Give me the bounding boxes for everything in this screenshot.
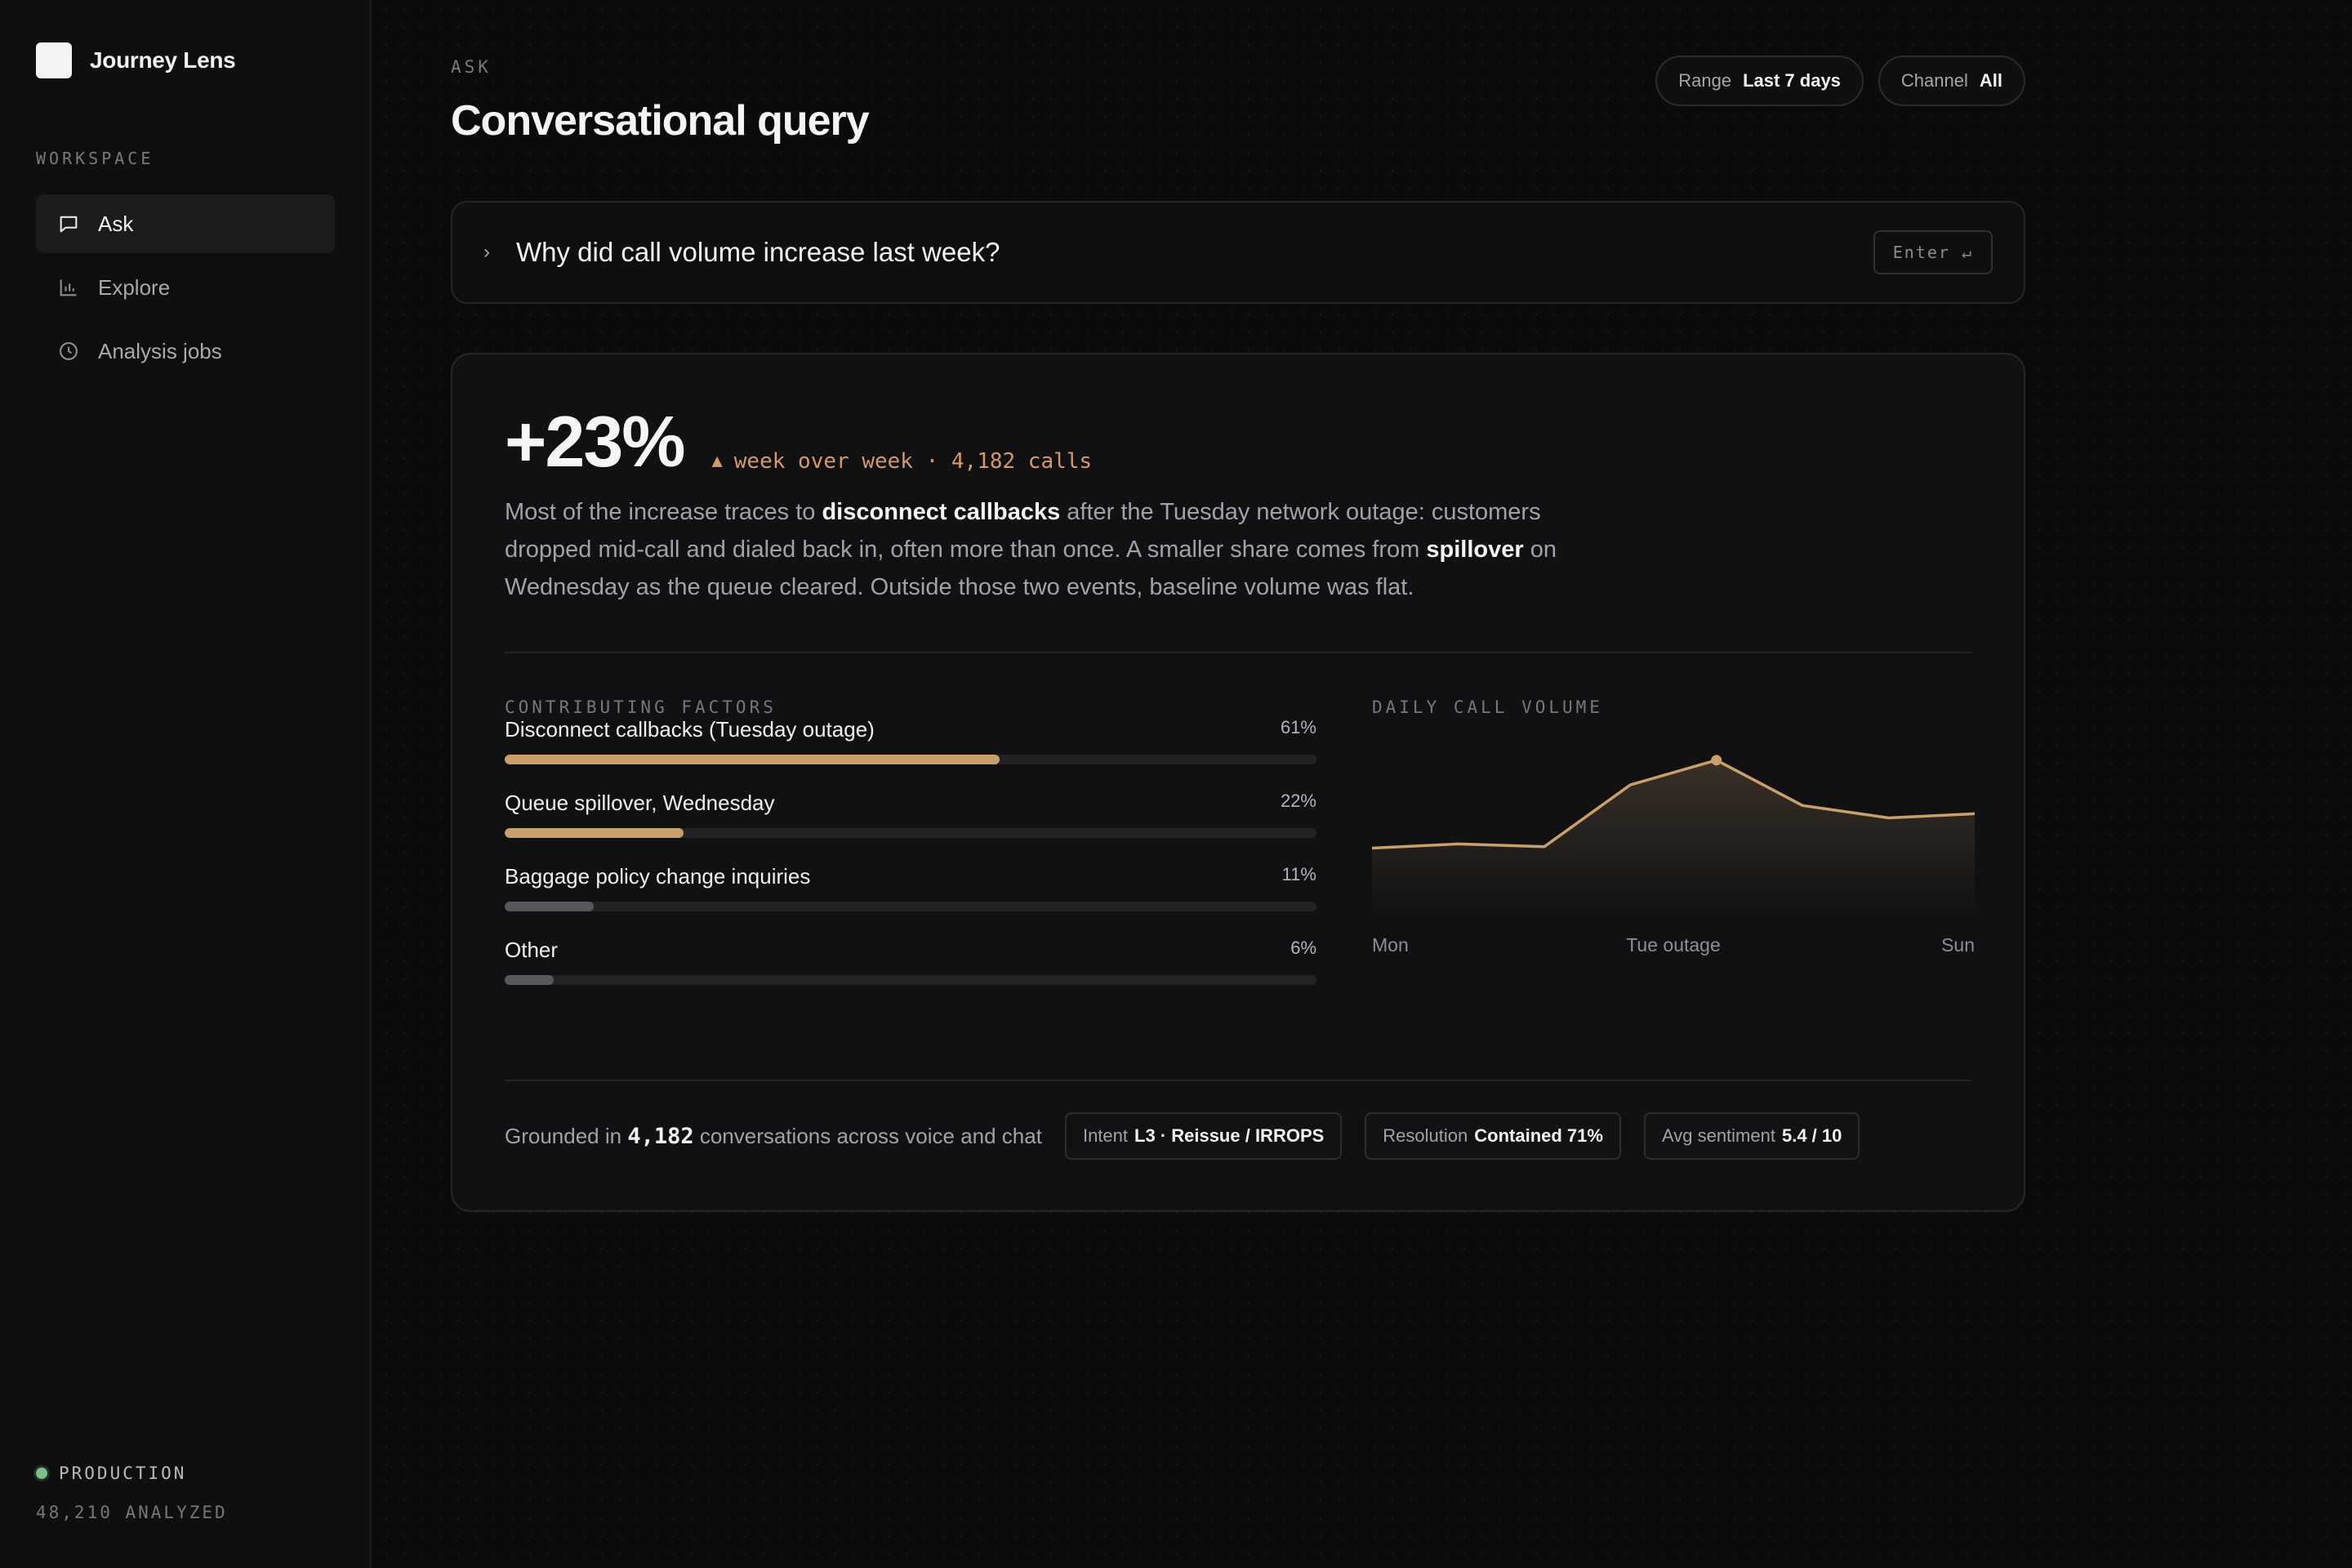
chevron-right-icon: › xyxy=(483,241,490,263)
factor-bar-track xyxy=(505,975,1316,985)
chart-area-fill xyxy=(1372,760,1975,916)
filter-bar: Range Last 7 days Channel All xyxy=(1655,56,2025,106)
factor-percent: 11% xyxy=(1281,864,1316,884)
status-dot xyxy=(36,1468,47,1479)
contributing-factors: CONTRIBUTING FACTORS Disconnect callback… xyxy=(505,697,1316,1011)
environment-label: PRODUCTION xyxy=(59,1463,187,1483)
grounded-pre: Grounded in xyxy=(505,1123,628,1148)
summary-text: Most of the increase traces to disconnec… xyxy=(505,493,1615,606)
range-filter-key: Range xyxy=(1678,70,1732,91)
tag-key: Avg sentiment xyxy=(1661,1125,1775,1146)
tag-value: 5.4 / 10 xyxy=(1781,1125,1842,1146)
chart-peak-point[interactable] xyxy=(1711,755,1722,766)
environment-indicator: PRODUCTION xyxy=(36,1463,186,1483)
tag-value: L3 · Reissue / IRROPS xyxy=(1134,1125,1325,1146)
grounded-text: Grounded in 4,182 conversations across v… xyxy=(505,1124,1042,1149)
sidebar-item-label: Ask xyxy=(98,211,134,236)
tag-key: Resolution xyxy=(1383,1125,1468,1146)
kpi: +23% ▲ week over week · 4,182 calls xyxy=(505,400,1092,483)
factor-percent: 61% xyxy=(1280,717,1316,737)
factors-label: CONTRIBUTING FACTORS xyxy=(505,697,777,717)
grounding-footer: Grounded in 4,182 conversations across v… xyxy=(505,1112,1882,1160)
kpi-detail-text: week over week · 4,182 calls xyxy=(733,448,1093,474)
x-tick-label: Tue outage xyxy=(1626,934,1721,956)
channel-filter-key: Channel xyxy=(1900,70,1968,91)
sidebar-item-label: Explore xyxy=(98,274,171,300)
sidebar-nav: Ask Explore Analysis jobs xyxy=(36,194,335,385)
summary-highlight: spillover xyxy=(1426,537,1524,563)
query-text[interactable]: Why did call volume increase last week? xyxy=(516,237,1000,268)
x-tick-label: Sun xyxy=(1941,934,1975,956)
factor-percent: 6% xyxy=(1290,938,1316,958)
factor-bar-track xyxy=(505,902,1316,911)
page-title: Conversational query xyxy=(451,97,870,145)
resolution-tag[interactable]: Resolution Contained 71% xyxy=(1365,1112,1621,1160)
divider xyxy=(505,1080,1971,1081)
brand-logo xyxy=(36,42,72,78)
factor-bar-track xyxy=(505,828,1316,838)
summary-part: Most of the increase traces to xyxy=(505,499,822,525)
factor-row[interactable]: Other 6% xyxy=(505,938,1316,1011)
divider xyxy=(505,652,1971,653)
factor-bar-fill xyxy=(505,828,684,838)
intent-tag[interactable]: Intent L3 · Reissue / IRROPS xyxy=(1064,1112,1343,1160)
grounded-post: conversations across voice and chat xyxy=(693,1123,1042,1148)
sidebar-item-analysis-jobs[interactable]: Analysis jobs xyxy=(36,322,335,381)
factor-bar-fill xyxy=(505,975,554,985)
chart-label: DAILY CALL VOLUME xyxy=(1372,697,1603,717)
sidebar-item-label: Analysis jobs xyxy=(98,338,222,363)
clock-icon xyxy=(56,338,82,364)
query-input[interactable]: › Why did call volume increase last week… xyxy=(451,201,2025,304)
sidebar-item-explore[interactable]: Explore xyxy=(36,258,335,317)
submit-button[interactable]: Enter ↵ xyxy=(1873,230,1993,274)
sidebar-section-label: WORKSPACE xyxy=(36,149,154,168)
chat-icon xyxy=(56,211,82,237)
summary-highlight: disconnect callbacks xyxy=(822,499,1061,525)
brand[interactable]: Journey Lens xyxy=(36,42,236,78)
grounded-count: 4,182 xyxy=(627,1123,694,1149)
bar-chart-icon xyxy=(56,274,82,301)
range-filter-value: Last 7 days xyxy=(1743,70,1841,91)
call-volume-chart[interactable] xyxy=(1372,730,1975,918)
sentiment-tag[interactable]: Avg sentiment 5.4 / 10 xyxy=(1643,1112,1860,1160)
x-tick-label: Mon xyxy=(1372,934,1409,956)
kpi-detail: ▲ week over week · 4,182 calls xyxy=(712,449,1093,474)
factor-name: Disconnect callbacks (Tuesday outage) xyxy=(505,717,875,742)
tag-value: Contained 71% xyxy=(1474,1125,1603,1146)
tag-key: Intent xyxy=(1082,1125,1128,1146)
factor-name: Other xyxy=(505,938,559,962)
factor-row[interactable]: Disconnect callbacks (Tuesday outage) 61… xyxy=(505,717,1316,791)
result-card: +23% ▲ week over week · 4,182 calls Most… xyxy=(451,353,2025,1212)
factor-bar-fill xyxy=(505,902,595,911)
page-eyebrow: ASK xyxy=(451,57,492,77)
factor-bar-track xyxy=(505,755,1316,764)
channel-filter[interactable]: Channel All xyxy=(1878,56,2025,106)
kpi-value: +23% xyxy=(505,401,686,482)
factor-bar-fill xyxy=(505,755,1000,764)
factor-name: Baggage policy change inquiries xyxy=(505,864,811,889)
factor-percent: 22% xyxy=(1280,791,1316,811)
brand-name: Journey Lens xyxy=(90,47,236,73)
channel-filter-value: All xyxy=(1979,70,2002,91)
range-filter[interactable]: Range Last 7 days xyxy=(1655,56,1864,106)
daily-call-volume: DAILY CALL VOLUME Mon Tue outage Sun xyxy=(1372,697,1975,956)
factor-row[interactable]: Queue spillover, Wednesday 22% xyxy=(505,791,1316,864)
analyzed-count: 48,210 ANALYZED xyxy=(36,1503,228,1522)
sidebar: Journey Lens WORKSPACE Ask Explore Analy… xyxy=(0,0,372,1568)
factor-name: Queue spillover, Wednesday xyxy=(505,791,775,815)
factor-row[interactable]: Baggage policy change inquiries 11% xyxy=(505,864,1316,938)
trend-up-icon: ▲ xyxy=(711,451,723,471)
sidebar-item-ask[interactable]: Ask xyxy=(36,194,335,253)
